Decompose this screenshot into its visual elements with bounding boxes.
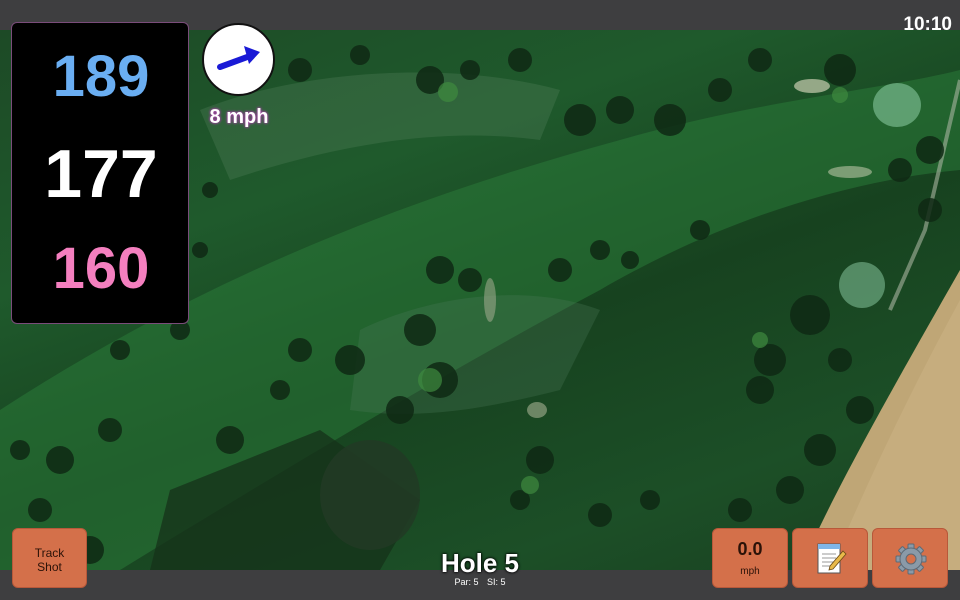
notepad-icon xyxy=(817,543,847,574)
distance-panel: 189 177 160 xyxy=(11,22,189,324)
hole-info: Par: 5 SI: 5 xyxy=(400,577,560,587)
middle-of-green-distance: 177 xyxy=(44,136,158,212)
speed-value: 0.0 xyxy=(737,539,763,559)
speed-button[interactable]: 0.0 mph xyxy=(712,528,788,588)
front-of-green-distance: 160 xyxy=(52,236,150,301)
wind-speed-label: 8 mph xyxy=(209,106,269,128)
track-shot-button[interactable]: Track Shot xyxy=(12,528,87,588)
gear-icon xyxy=(895,543,927,575)
settings-button[interactable] xyxy=(872,528,948,588)
hole-title: Hole 5 xyxy=(440,548,520,578)
hole-stroke-index: SI: 5 xyxy=(487,577,506,587)
hole-par: Par: 5 xyxy=(454,577,479,587)
track-shot-label-line2: Shot xyxy=(37,560,62,574)
wind-direction-arrow-icon xyxy=(217,46,260,70)
back-of-green-distance: 189 xyxy=(52,44,150,109)
wind-direction-dial xyxy=(202,23,275,96)
speed-unit: mph xyxy=(740,566,760,577)
track-shot-label-line1: Track xyxy=(34,546,65,560)
notes-button[interactable] xyxy=(792,528,868,588)
